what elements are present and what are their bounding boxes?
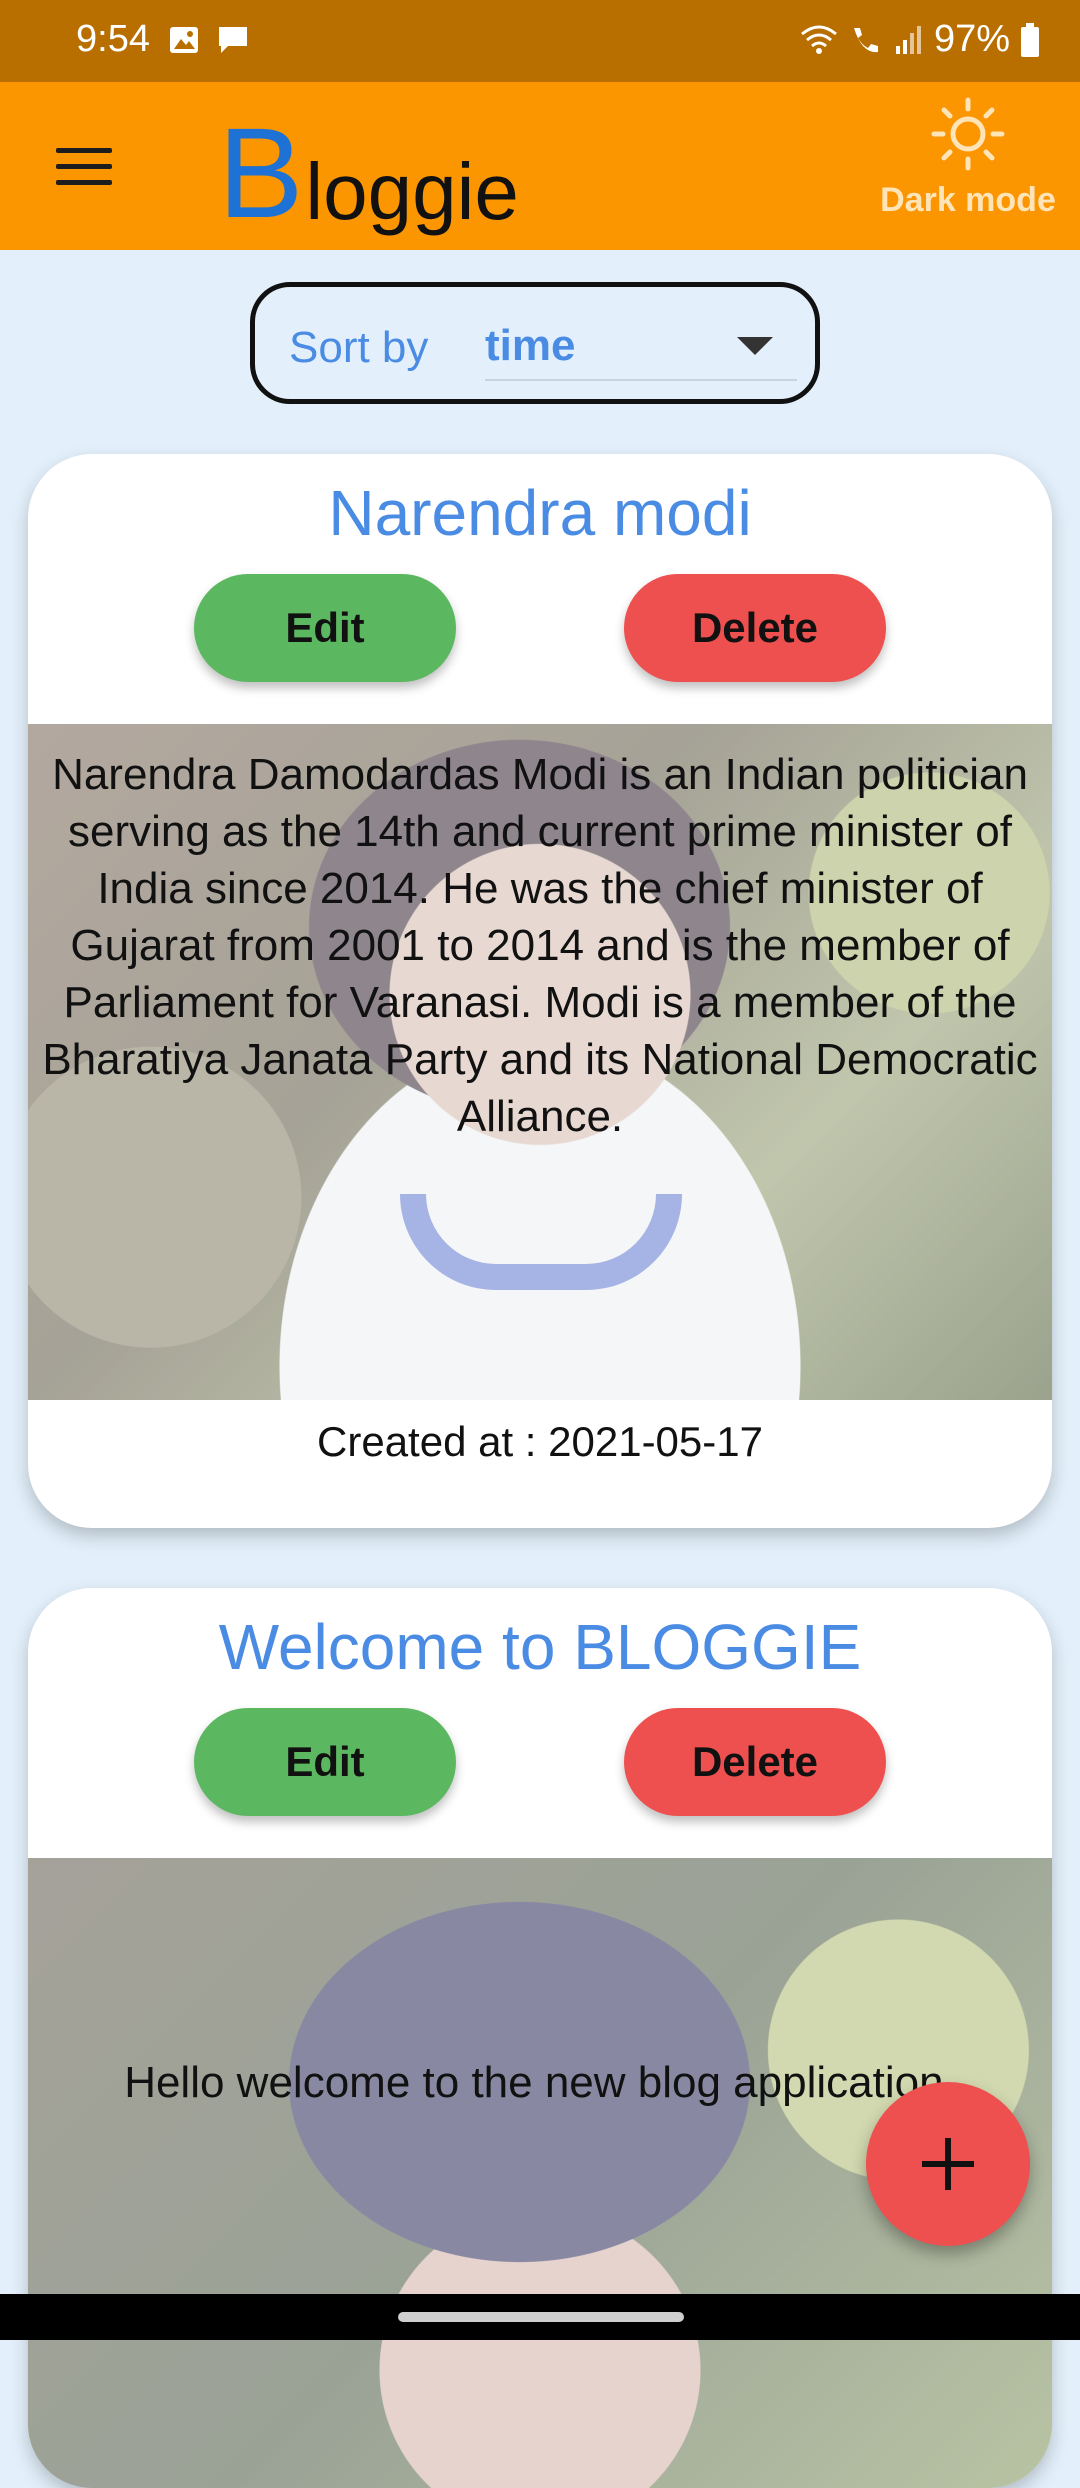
delete-button[interactable]: Delete <box>624 574 886 682</box>
delete-button[interactable]: Delete <box>624 1708 886 1816</box>
menu-icon[interactable] <box>56 148 112 188</box>
signal-icon <box>895 25 921 54</box>
post-title: Welcome to BLOGGIE <box>218 1611 862 1683</box>
image-icon <box>170 27 198 53</box>
system-nav-bar <box>0 2294 1080 2340</box>
status-bar: 9:54 97% <box>0 0 1080 82</box>
sort-label: Sort by <box>289 323 429 372</box>
wifi-icon <box>800 25 837 54</box>
battery-percent: 97% <box>933 18 1010 60</box>
battery-icon <box>1021 22 1039 57</box>
post-title: Narendra modi <box>328 477 752 549</box>
app-bar: B loggie Dark mode <box>0 82 1080 250</box>
status-time: 9:54 <box>76 18 150 60</box>
app-logo: B loggie <box>218 98 519 238</box>
edit-button[interactable]: Edit <box>194 1708 456 1816</box>
logo-text: loggie <box>305 147 519 236</box>
post-image: Narendra Damodardas Modi is an Indian po… <box>28 724 1052 1400</box>
message-icon <box>219 27 247 53</box>
post-card: Narendra modi Edit Delete Narendra Damod… <box>28 454 1052 1528</box>
sort-dropdown[interactable]: time <box>485 315 797 381</box>
post-card: Welcome to BLOGGIE Edit Delete Hello wel… <box>28 1588 1052 2488</box>
edit-button[interactable]: Edit <box>194 574 456 682</box>
call-icon <box>853 27 878 52</box>
post-body: Narendra Damodardas Modi is an Indian po… <box>42 750 1038 1141</box>
chevron-down-icon <box>737 337 773 355</box>
home-handle[interactable] <box>398 2312 684 2322</box>
logo-initial: B <box>218 102 304 245</box>
post-created-at: Created at : 2021-05-17 <box>317 1418 763 1465</box>
add-post-button[interactable] <box>866 2082 1030 2246</box>
sort-selected-value: time <box>485 321 576 370</box>
dark-mode-label: Dark mode <box>880 181 1056 219</box>
sort-control: Sort by time <box>250 282 820 404</box>
sun-icon <box>931 97 1005 171</box>
dark-mode-toggle[interactable]: Dark mode <box>868 94 1068 220</box>
